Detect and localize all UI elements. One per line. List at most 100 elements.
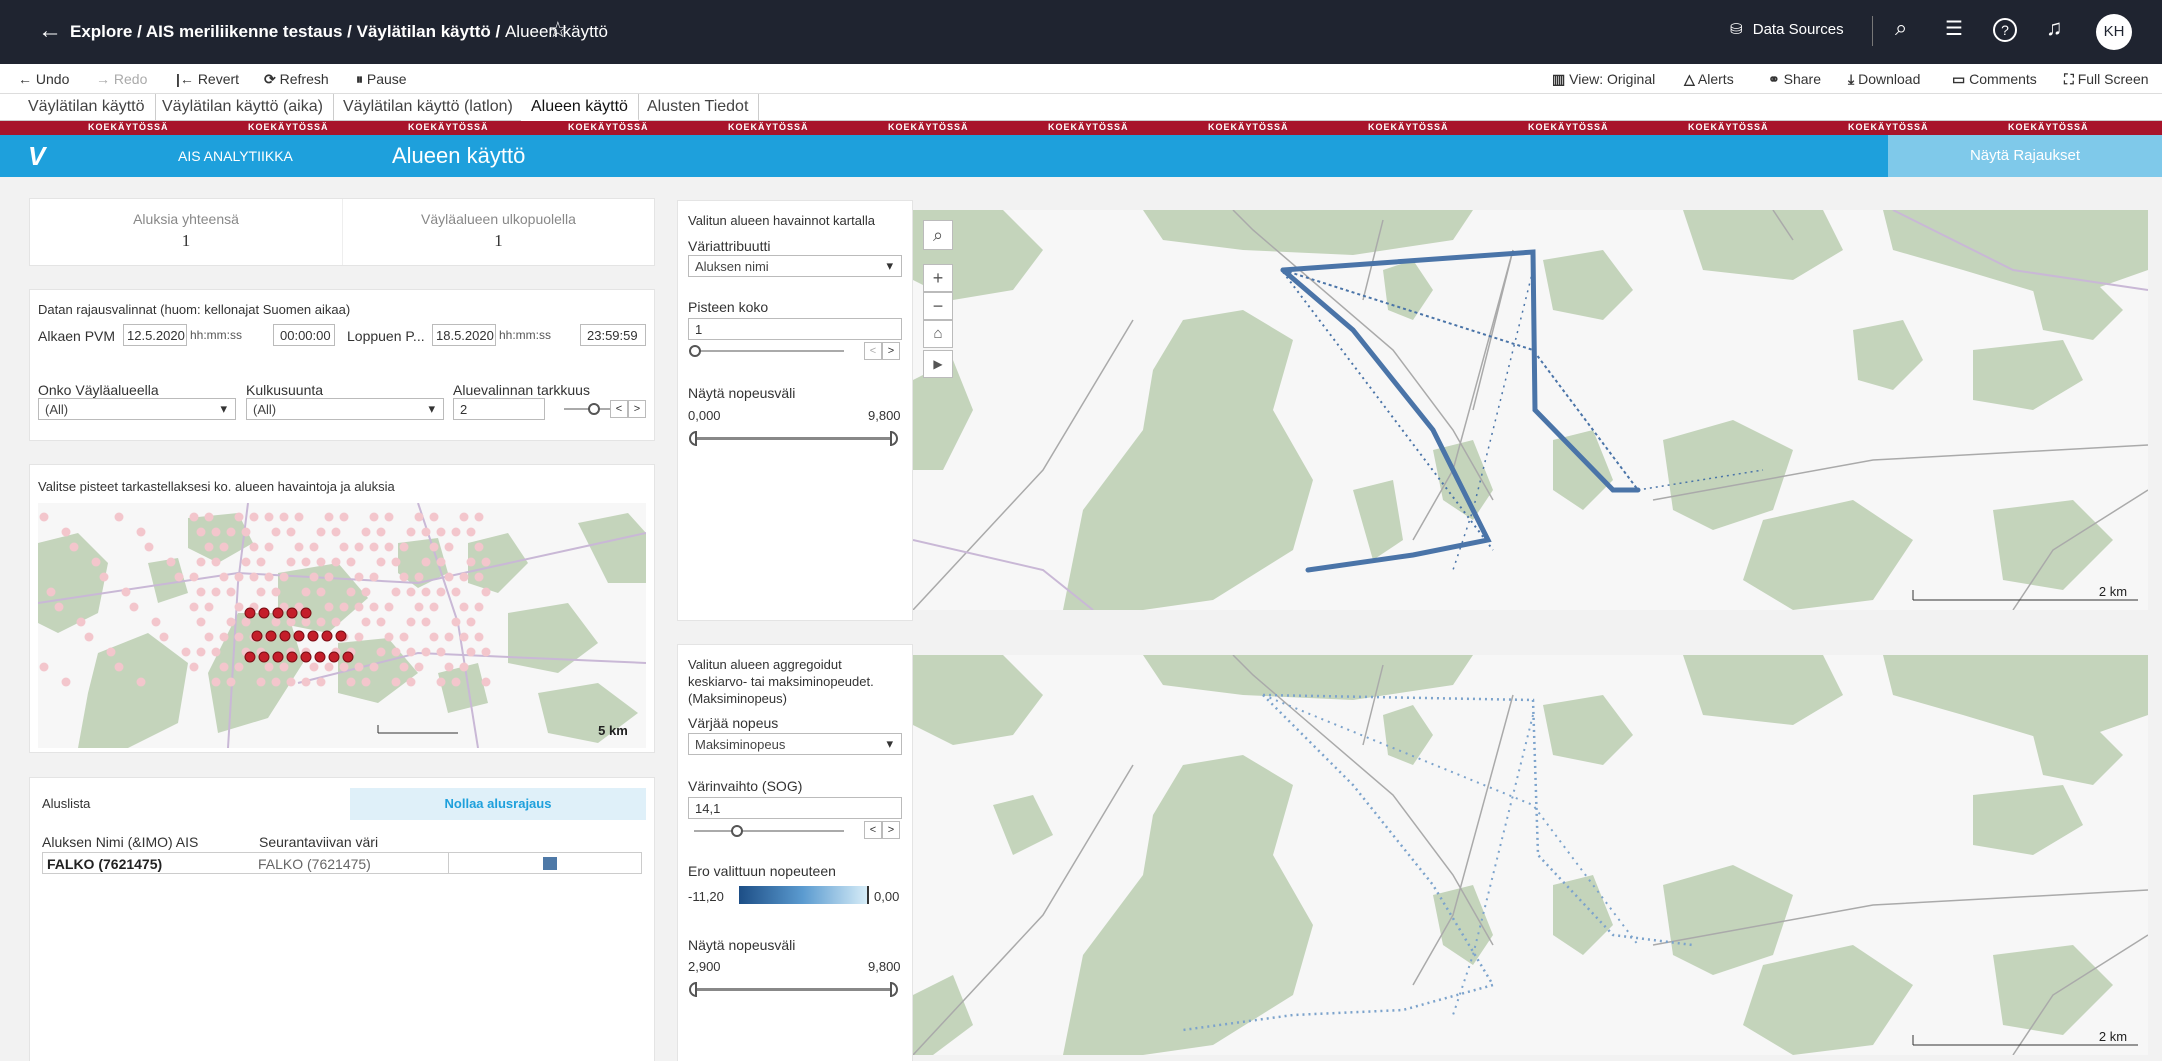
grid-point[interactable]: [451, 617, 461, 627]
color-change-input[interactable]: 14,1: [688, 797, 902, 819]
grid-point[interactable]: [316, 677, 326, 687]
watchlist-icon[interactable]: ☰: [1945, 16, 1963, 41]
grid-point[interactable]: [39, 512, 49, 522]
grid-point[interactable]: [369, 512, 379, 522]
grid-point[interactable]: [61, 527, 71, 537]
grid-point[interactable]: [414, 602, 424, 612]
grid-point[interactable]: [376, 647, 386, 657]
color-attribute-select[interactable]: Aluksen nimi: [688, 255, 902, 277]
selected-grid-point[interactable]: [314, 651, 326, 663]
grid-point[interactable]: [226, 587, 236, 597]
grid-point[interactable]: [474, 542, 484, 552]
grid-point[interactable]: [204, 632, 214, 642]
precision-slider-handle[interactable]: [588, 403, 600, 415]
selected-grid-point[interactable]: [244, 607, 256, 619]
grid-point[interactable]: [399, 632, 409, 642]
grid-point[interactable]: [361, 617, 371, 627]
selected-grid-point[interactable]: [286, 651, 298, 663]
search-icon[interactable]: ⌕: [1895, 15, 1907, 41]
grid-point[interactable]: [474, 632, 484, 642]
tab-alueen-kaytto[interactable]: Alueen käyttö: [521, 94, 639, 121]
grid-point[interactable]: [69, 542, 79, 552]
speed-range-min-handle[interactable]: [689, 982, 697, 997]
grid-point[interactable]: [294, 542, 304, 552]
grid-point[interactable]: [106, 647, 116, 657]
grid-point[interactable]: [399, 662, 409, 672]
speed-range-max-handle[interactable]: [890, 431, 898, 446]
grid-point[interactable]: [294, 512, 304, 522]
grid-point[interactable]: [361, 527, 371, 537]
grid-point[interactable]: [271, 617, 281, 627]
grid-point[interactable]: [436, 527, 446, 537]
grid-point[interactable]: [316, 587, 326, 597]
grid-point[interactable]: [241, 527, 251, 537]
undo-button[interactable]: ← Undo: [18, 71, 69, 87]
grid-point[interactable]: [324, 602, 334, 612]
grid-point[interactable]: [84, 632, 94, 642]
grid-point[interactable]: [219, 542, 229, 552]
grid-point[interactable]: [406, 647, 416, 657]
grid-point[interactable]: [204, 602, 214, 612]
grid-point[interactable]: [406, 617, 416, 627]
grid-point[interactable]: [159, 632, 169, 642]
grid-point[interactable]: [234, 512, 244, 522]
zoom-out-button[interactable]: −: [923, 292, 953, 320]
grid-point[interactable]: [406, 677, 416, 687]
grid-point[interactable]: [286, 617, 296, 627]
selected-grid-point[interactable]: [321, 630, 333, 642]
selected-grid-point[interactable]: [293, 630, 305, 642]
speed-range-min-handle[interactable]: [689, 431, 697, 446]
grid-point[interactable]: [354, 542, 364, 552]
grid-point[interactable]: [414, 572, 424, 582]
grid-point[interactable]: [429, 602, 439, 612]
grid-point[interactable]: [474, 512, 484, 522]
point-size-decrement-button[interactable]: <: [864, 342, 882, 360]
show-filters-button[interactable]: Näytä Rajaukset: [1888, 135, 2162, 177]
grid-point[interactable]: [241, 617, 251, 627]
grid-point[interactable]: [481, 557, 491, 567]
grid-point[interactable]: [234, 662, 244, 672]
speed-range-slider-track[interactable]: [694, 437, 894, 440]
precision-increment-button[interactable]: >: [628, 400, 646, 418]
grid-point[interactable]: [219, 572, 229, 582]
grid-point[interactable]: [286, 557, 296, 567]
grid-point[interactable]: [211, 587, 221, 597]
grid-point[interactable]: [256, 677, 266, 687]
grid-point[interactable]: [136, 677, 146, 687]
tab-alusten-tiedot[interactable]: Alusten Tiedot: [637, 94, 760, 121]
grid-point[interactable]: [279, 512, 289, 522]
grid-point[interactable]: [61, 677, 71, 687]
selected-grid-point[interactable]: [244, 651, 256, 663]
grid-point[interactable]: [331, 617, 341, 627]
grid-point[interactable]: [271, 587, 281, 597]
grid-point[interactable]: [204, 542, 214, 552]
grid-point[interactable]: [264, 512, 274, 522]
grid-point[interactable]: [459, 572, 469, 582]
grid-point[interactable]: [376, 557, 386, 567]
start-date-input[interactable]: 12.5.2020: [123, 324, 187, 346]
grid-point[interactable]: [339, 542, 349, 552]
selected-grid-point[interactable]: [300, 607, 312, 619]
end-time-input[interactable]: 23:59:59: [580, 324, 646, 346]
color-change-slider-track[interactable]: [694, 830, 844, 832]
grid-point[interactable]: [189, 512, 199, 522]
grid-point[interactable]: [459, 602, 469, 612]
grid-point[interactable]: [286, 677, 296, 687]
color-speed-select[interactable]: Maksiminopeus: [688, 733, 902, 755]
notifications-bell-icon[interactable]: ♫: [2046, 15, 2063, 41]
in-fairway-select[interactable]: (All): [38, 398, 236, 420]
grid-point[interactable]: [376, 617, 386, 627]
speed-range-max-handle[interactable]: [890, 982, 898, 997]
grid-point[interactable]: [234, 632, 244, 642]
grid-point[interactable]: [324, 572, 334, 582]
grid-point[interactable]: [444, 542, 454, 552]
grid-point[interactable]: [264, 572, 274, 582]
grid-point[interactable]: [271, 527, 281, 537]
grid-point[interactable]: [481, 587, 491, 597]
aggregated-speed-map[interactable]: 2 km: [913, 655, 2148, 1055]
point-size-slider-handle[interactable]: [689, 345, 701, 357]
grid-point[interactable]: [354, 632, 364, 642]
speed-range-slider-track[interactable]: [694, 988, 894, 991]
grid-point[interactable]: [211, 527, 221, 537]
grid-point[interactable]: [429, 512, 439, 522]
